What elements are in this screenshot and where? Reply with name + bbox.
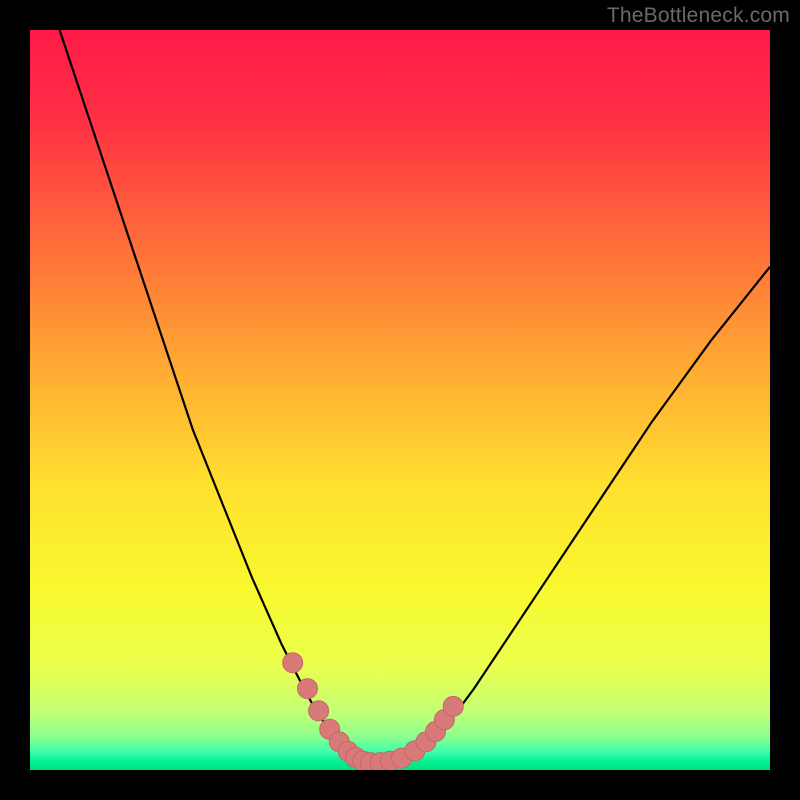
plot-area xyxy=(30,30,770,770)
watermark-text: TheBottleneck.com xyxy=(607,4,790,28)
highlight-dots xyxy=(283,653,464,770)
bottleneck-curve xyxy=(60,30,770,766)
highlight-dot xyxy=(309,701,329,721)
highlight-dot xyxy=(298,679,318,699)
outer-frame: TheBottleneck.com xyxy=(0,0,800,800)
chart-svg xyxy=(30,30,770,770)
highlight-dot xyxy=(443,696,463,716)
highlight-dot xyxy=(283,653,303,673)
